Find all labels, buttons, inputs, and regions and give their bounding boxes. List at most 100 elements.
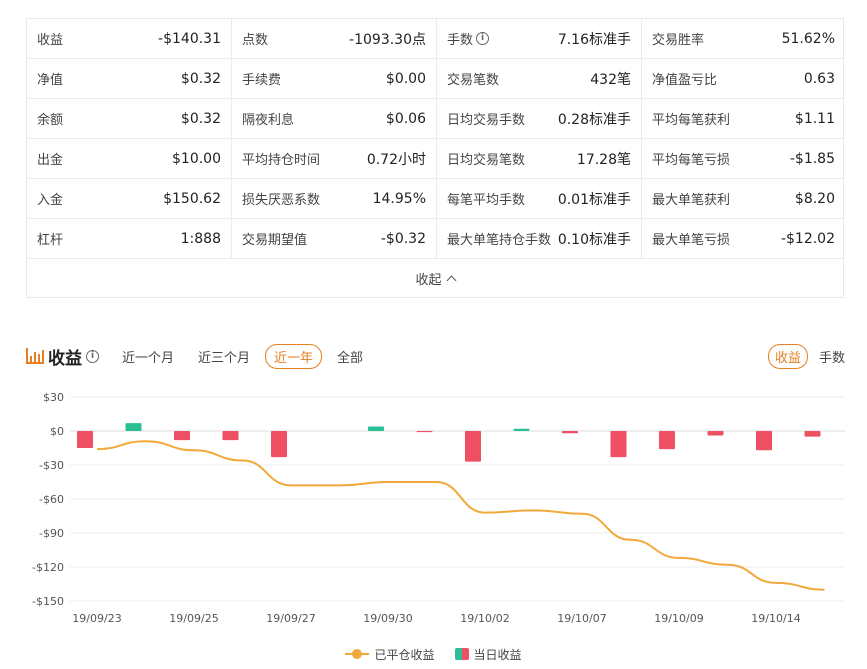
y-tick-label: -$90	[39, 527, 64, 540]
stat-label-text: 交易期望值	[242, 233, 308, 248]
legend-label-closed-profit: 已平仓收益	[374, 647, 435, 662]
stat-label: 日均交易手数	[447, 109, 525, 128]
collapse-label: 收起	[415, 273, 442, 288]
stat-cell: 余额 $0.32	[27, 99, 232, 139]
stat-cell: 最大单笔亏损 -$12.02	[642, 219, 845, 259]
x-tick-label: 19/10/02	[460, 612, 509, 625]
mode-button[interactable]: 手数	[812, 344, 852, 369]
stat-value: 1:888	[180, 230, 221, 247]
stat-label: 手续费	[242, 69, 281, 88]
x-tick-label: 19/10/09	[654, 612, 703, 625]
chevron-up-icon	[446, 275, 456, 286]
stat-label-text: 入金	[37, 193, 64, 208]
stat-label: 隔夜利息	[242, 109, 294, 128]
stat-value: -$1.85	[789, 150, 835, 167]
stat-label-text: 隔夜利息	[242, 113, 295, 128]
stat-cell: 净值盈亏比 0.63	[642, 59, 845, 99]
stat-value: 432笔	[590, 71, 631, 88]
period-tab[interactable]: 近三个月	[189, 344, 259, 369]
stat-label: 点数	[242, 29, 268, 48]
period-tab[interactable]: 近一个月	[113, 344, 183, 369]
period-tab[interactable]: 全部	[328, 344, 372, 369]
daily-profit-bar	[271, 431, 287, 458]
stat-value: 7.16标准手	[557, 31, 631, 48]
bar-chart-icon	[26, 348, 44, 364]
stat-value: 0.28标准手	[557, 111, 631, 128]
stat-cell: 平均每笔获利 $1.11	[642, 99, 845, 139]
daily-profit-bar	[368, 426, 384, 431]
stat-value: $0.06	[385, 110, 426, 127]
mode-toggle: 收益 手数	[767, 343, 852, 369]
stat-cell: 日均交易笔数 17.28笔	[437, 139, 642, 179]
stat-value: 51.62%	[781, 30, 835, 47]
stat-label: 余额	[37, 109, 63, 128]
y-tick-label: $30	[43, 391, 64, 404]
info-icon[interactable]: i	[86, 349, 99, 363]
daily-profit-bar	[222, 431, 239, 441]
stat-value: $10.00	[172, 150, 221, 167]
x-tick-label: 19/09/27	[266, 612, 315, 625]
stat-label: 交易期望值	[242, 229, 307, 248]
y-tick-label: -$120	[32, 561, 64, 574]
stat-label-text: 手数	[447, 33, 474, 48]
stat-label: 最大单笔获利	[652, 189, 730, 208]
chart-title: 收益 i	[26, 344, 99, 369]
stat-label-text: 点数	[242, 33, 269, 48]
y-tick-label: $0	[50, 425, 64, 438]
stat-cell: 杠杆 1:888	[27, 219, 232, 259]
stat-label: 平均持仓时间	[242, 149, 320, 168]
stat-label-text: 每笔平均手数	[447, 193, 526, 208]
legend-item-closed-profit[interactable]: 已平仓收益	[345, 643, 435, 665]
stat-label-text: 杠杆	[37, 233, 64, 248]
daily-profit-bar	[513, 428, 530, 431]
stat-value: 0.10标准手	[557, 231, 631, 248]
stat-label: 净值	[37, 69, 63, 88]
stat-label-text: 交易笔数	[447, 73, 500, 88]
stat-cell: 日均交易手数 0.28标准手	[437, 99, 642, 139]
stat-cell: 交易胜率 51.62%	[642, 19, 845, 59]
stat-label-text: 最大单笔亏损	[652, 233, 731, 248]
info-icon[interactable]: i	[476, 32, 490, 45]
stat-label-text: 最大单笔获利	[652, 193, 731, 208]
x-tick-label: 19/10/07	[557, 612, 606, 625]
daily-profit-bar	[610, 431, 627, 458]
stat-cell: 入金 $150.62	[27, 179, 232, 219]
stat-label: 损失厌恶系数	[242, 189, 320, 208]
stat-label: 入金	[37, 189, 63, 208]
stat-cell: 交易笔数 432笔	[437, 59, 642, 99]
stat-label: 最大单笔亏损	[652, 229, 730, 248]
stat-value: $8.20	[794, 190, 835, 207]
daily-profit-bar	[174, 431, 190, 441]
stat-label-text: 手续费	[242, 73, 282, 88]
stat-value: -$0.32	[380, 230, 426, 247]
stat-label: 净值盈亏比	[652, 69, 717, 88]
period-tabs: 近一个月 近三个月 近一年 全部	[113, 343, 372, 369]
stat-cell: 点数 -1093.30点	[232, 19, 437, 59]
stat-label-text: 净值	[37, 73, 64, 88]
stat-cell: 损失厌恶系数 14.95%	[232, 179, 437, 219]
stat-label: 收益	[37, 29, 63, 48]
stat-label: 平均每笔亏损	[652, 149, 730, 168]
stat-value: $1.11	[794, 110, 835, 127]
stat-cell: 最大单笔持仓手数 0.10标准手	[437, 219, 642, 259]
stat-label-text: 损失厌恶系数	[242, 193, 321, 208]
stat-cell: 手续费 $0.00	[232, 59, 437, 99]
stat-value: -1093.30点	[349, 31, 426, 48]
daily-profit-bar	[707, 431, 724, 436]
stat-label: 交易胜率	[652, 29, 704, 48]
period-tab[interactable]: 近一年	[265, 343, 323, 369]
stats-panel: 收益 -$140.31 点数 -1093.30点 手数 i 7.16标准手 交易胜率 51.62…	[26, 18, 845, 298]
stat-cell: 平均持仓时间 0.72小时	[232, 139, 437, 179]
stat-label: 日均交易笔数	[447, 149, 525, 168]
collapse-toggle[interactable]: 收起	[27, 259, 843, 298]
daily-profit-bar	[77, 431, 93, 448]
stat-value: $150.62	[163, 190, 221, 207]
mode-button[interactable]: 收益	[767, 343, 808, 369]
legend-item-daily-profit[interactable]: 当日收益	[454, 643, 522, 665]
stat-value: $0.00	[385, 70, 426, 87]
stat-cell: 平均每笔亏损 -$1.85	[642, 139, 845, 179]
stat-value: -$140.31	[158, 30, 221, 47]
daily-profit-bar	[416, 431, 433, 433]
x-tick-label: 19/09/23	[72, 612, 121, 625]
legend-line-marker	[345, 649, 370, 659]
